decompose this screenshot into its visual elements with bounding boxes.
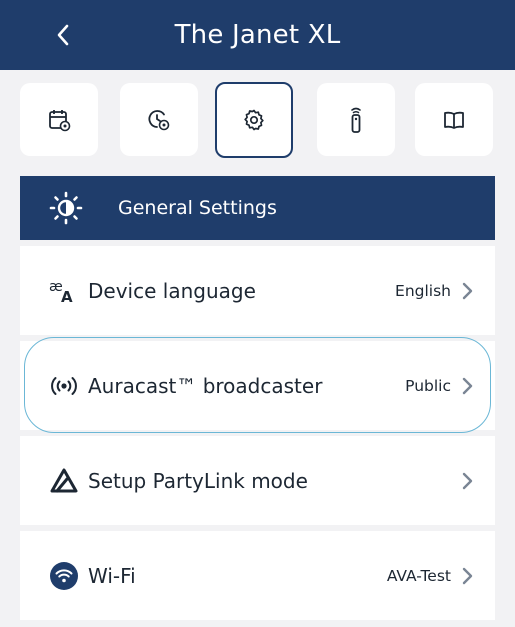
partylink-mode-row[interactable]: Setup PartyLink mode	[20, 436, 495, 525]
tab-schedule[interactable]	[20, 83, 98, 156]
tab-timer[interactable]	[120, 83, 198, 156]
clock-settings-icon	[148, 109, 170, 130]
page-title: The Janet XL	[174, 20, 341, 50]
section-header: General Settings	[20, 176, 495, 240]
language-icon: æ A	[49, 276, 79, 306]
tab-remote[interactable]	[317, 83, 395, 156]
row-label: Device language	[88, 278, 256, 303]
device-language-row[interactable]: æ A Device language English	[20, 246, 495, 335]
sun-icon	[49, 191, 83, 225]
remote-control-icon	[351, 107, 361, 133]
row-label: Wi-Fi	[88, 563, 136, 588]
chevron-right-icon	[462, 472, 473, 489]
back-button[interactable]	[38, 0, 88, 70]
chevron-right-icon	[462, 377, 473, 394]
category-tabs	[20, 82, 495, 158]
wifi-row[interactable]: Wi-Fi AVA-Test	[20, 531, 495, 620]
calendar-settings-icon	[49, 109, 71, 131]
tab-guide[interactable]	[415, 83, 493, 156]
broadcast-icon	[49, 371, 79, 401]
row-label: Auracast™ broadcaster	[88, 373, 323, 398]
gear-icon	[244, 109, 264, 131]
row-value: AVA-Test	[386, 566, 451, 585]
row-value: English	[395, 281, 451, 300]
chevron-right-icon	[462, 282, 473, 299]
section-title: General Settings	[118, 197, 277, 219]
svg-text:A: A	[61, 288, 73, 304]
wifi-icon	[49, 561, 79, 591]
auracast-broadcaster-row[interactable]: Auracast™ broadcaster Public	[20, 341, 495, 430]
chevron-left-icon	[57, 24, 69, 46]
row-label: Setup PartyLink mode	[88, 468, 308, 493]
tab-settings[interactable]	[215, 82, 293, 158]
chevron-right-icon	[462, 567, 473, 584]
partylink-icon	[49, 466, 79, 496]
row-value: Public	[405, 376, 451, 395]
top-app-bar: The Janet XL	[0, 0, 515, 70]
book-icon	[444, 111, 464, 129]
